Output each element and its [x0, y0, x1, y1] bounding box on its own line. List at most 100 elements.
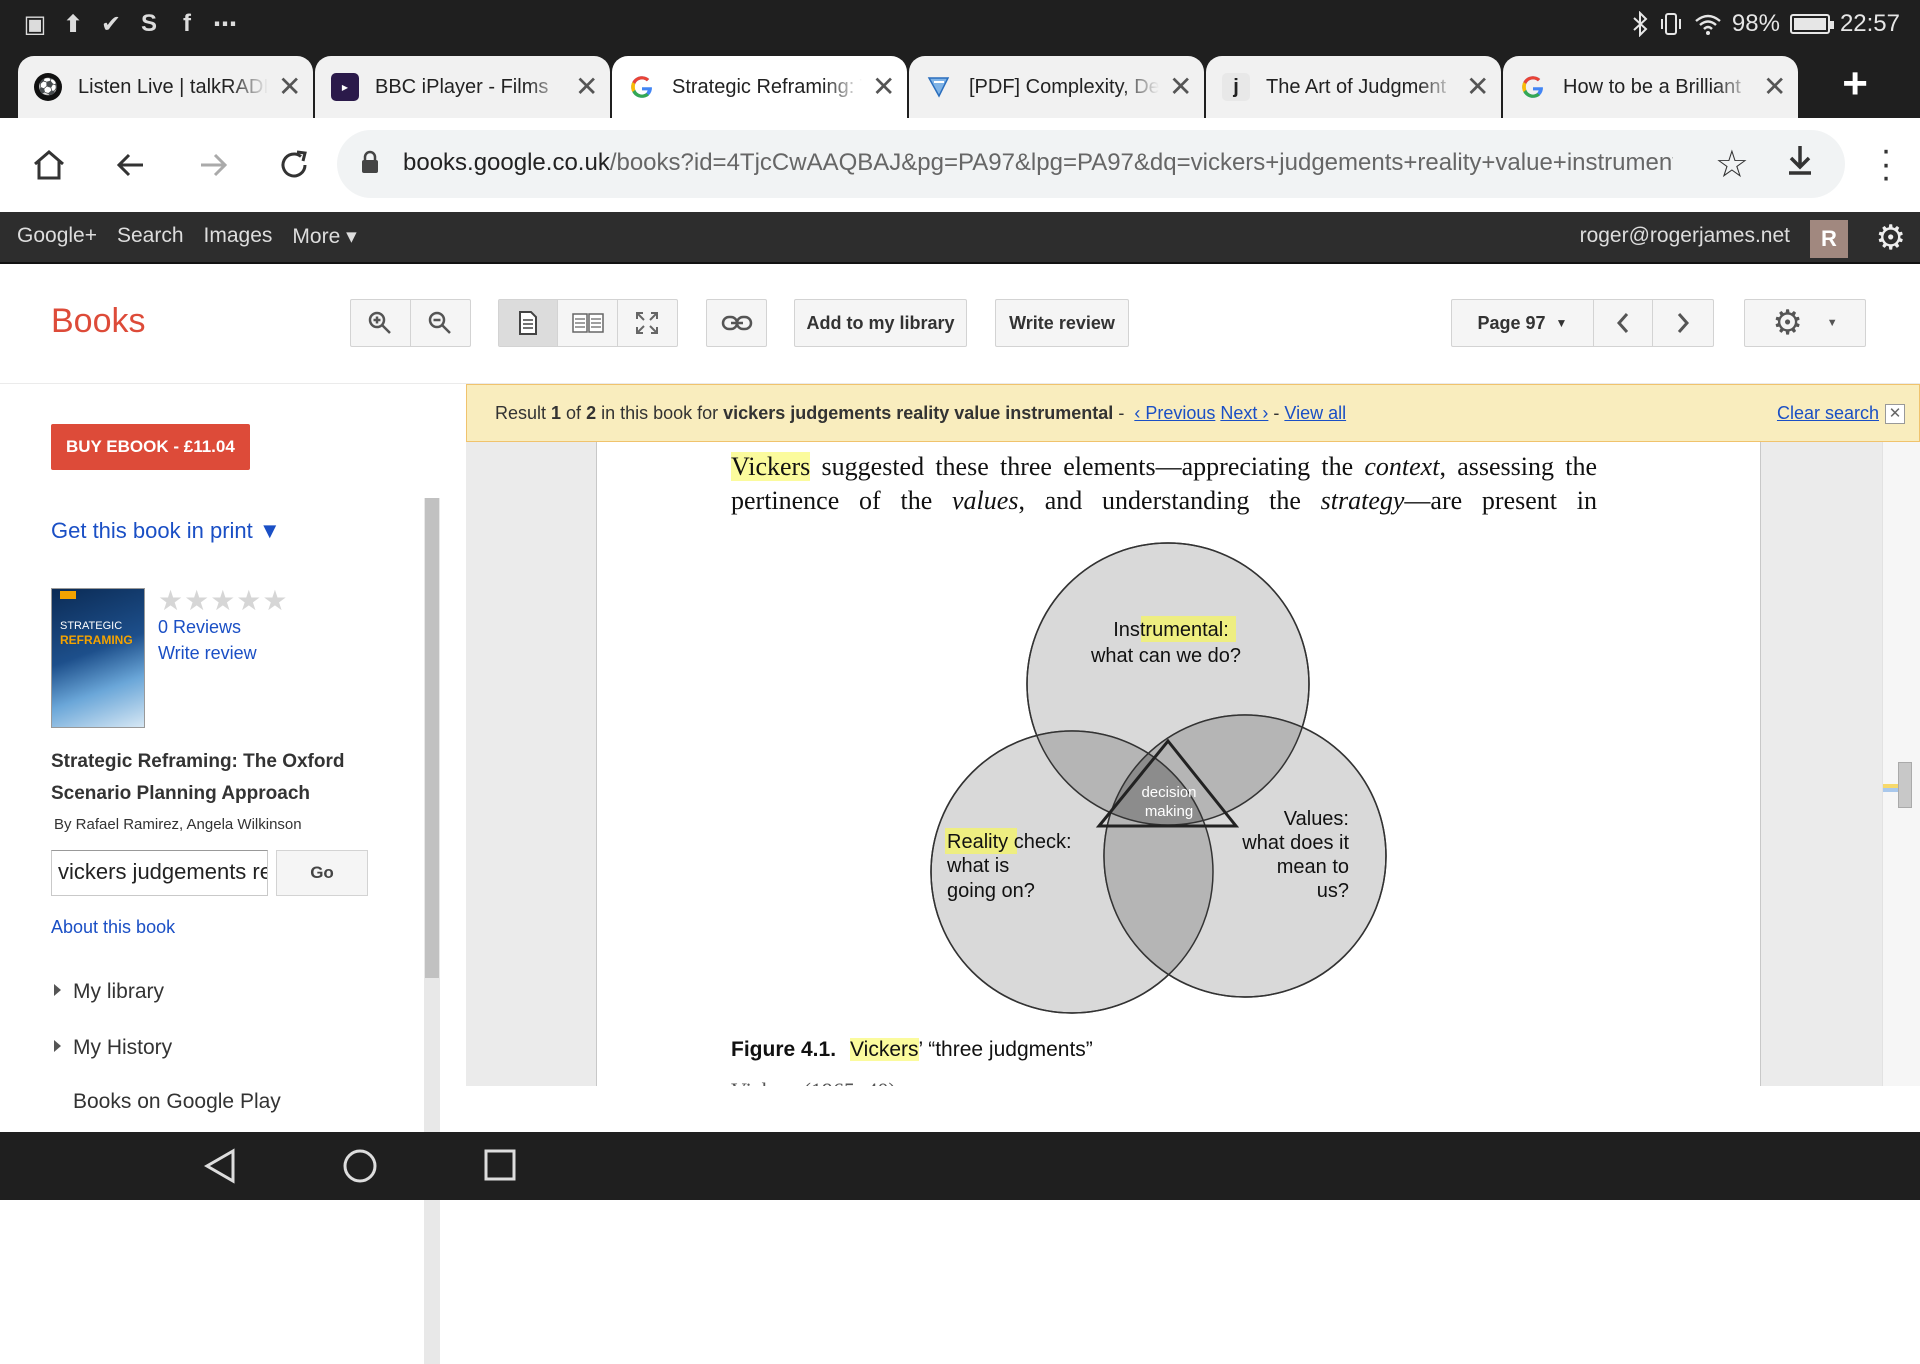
previous-result-link[interactable]: ‹ Previous	[1134, 403, 1215, 423]
facebook-icon: f	[183, 10, 191, 37]
tab-brilliant[interactable]: How to be a Brilliant ✕	[1503, 56, 1798, 118]
result-prefix: Result	[495, 403, 552, 423]
zoom-in-icon	[369, 311, 392, 334]
gmail-icon: ▣	[23, 11, 47, 38]
viewer-scrollbar[interactable]	[1882, 442, 1920, 1086]
book-title: Strategic Reframing: The Oxford Scenario…	[51, 751, 345, 804]
home-icon[interactable]	[24, 140, 74, 190]
write-review-button[interactable]: Write review	[995, 299, 1129, 347]
cover-title-line1: STRATEGIC	[60, 620, 123, 632]
close-icon[interactable]: ✕	[1885, 404, 1905, 424]
venn-diagram: Instrumental: what can we do? decision m…	[930, 542, 1387, 1014]
search-in-book-input[interactable]: vickers judgements reality value instrum…	[51, 850, 268, 896]
gbar-link-search[interactable]: Search	[117, 224, 184, 249]
single-page-button[interactable]	[499, 300, 559, 346]
book-authors: By Rafael Ramirez, Angela Wilkinson	[54, 816, 302, 833]
zoom-group	[350, 299, 471, 347]
go-button[interactable]: Go	[276, 850, 368, 896]
sidebar-item-books-on-play[interactable]: Books on Google Play	[73, 1090, 281, 1114]
avatar[interactable]: R	[1810, 220, 1848, 258]
tab-strategic-reframing[interactable]: Strategic Reframing: The Oxford ✕	[612, 56, 907, 118]
gear-icon[interactable]: ⚙	[1876, 218, 1906, 258]
sidebar-item-my-library[interactable]: My library	[54, 980, 164, 1004]
settings-dropdown-button[interactable]: ⚙ ▼	[1744, 299, 1866, 347]
close-tab-icon[interactable]: ✕	[1763, 73, 1786, 101]
clock: 22:57	[1839, 10, 1900, 37]
bookmark-star-icon[interactable]: ☆	[1715, 142, 1749, 187]
battery-percent: 98%	[1731, 10, 1780, 37]
cover-title-line2: REFRAMING	[60, 633, 133, 647]
about-this-book-link[interactable]: About this book	[51, 917, 175, 938]
new-tab-button[interactable]: +	[1842, 62, 1868, 106]
android-nav-bar	[0, 1132, 1920, 1200]
address-bar[interactable]: books.google.co.uk/books?id=4TjcCwAAQBAJ…	[337, 130, 1845, 198]
fullscreen-icon	[636, 312, 659, 334]
svg-text:Instrumental:: Instrumental:	[1113, 619, 1229, 641]
close-tab-icon[interactable]: ✕	[1169, 73, 1192, 101]
zoom-out-button[interactable]	[411, 300, 471, 346]
close-tab-icon[interactable]: ✕	[278, 73, 301, 101]
buy-ebook-button[interactable]: BUY EBOOK - £11.04	[51, 424, 250, 470]
result-summary: Result 1 of 2 in this book for vickers j…	[495, 403, 1346, 424]
next-result-link[interactable]: Next ›	[1220, 403, 1268, 423]
books-logo[interactable]: Books	[51, 302, 146, 341]
checkmark-icon: ✔	[100, 11, 122, 38]
nav-back-icon[interactable]	[203, 1148, 237, 1184]
vibrate-icon	[1660, 13, 1681, 35]
tab-title: Strategic Reframing: The Oxford	[672, 75, 862, 98]
reload-icon[interactable]	[269, 140, 319, 190]
page-nav-group: Page 97 ▼	[1451, 299, 1714, 347]
close-tab-icon[interactable]: ✕	[575, 73, 598, 101]
add-to-library-button[interactable]: Add to my library	[794, 299, 967, 347]
tab-art-of-judgment[interactable]: j The Art of Judgment ✕	[1206, 56, 1501, 118]
forward-icon[interactable]	[188, 140, 238, 190]
book-cover[interactable]: STRATEGIC REFRAMING	[51, 588, 145, 728]
next-page-button[interactable]	[1653, 300, 1713, 346]
gbar-link-images[interactable]: Images	[204, 224, 273, 249]
tab-bbc-iplayer[interactable]: ▶ BBC iPlayer - Films ✕	[315, 56, 610, 118]
wifi-icon	[1695, 14, 1721, 35]
tab-talkradio[interactable]: ⚽ Listen Live | talkRADIO ✕	[18, 56, 313, 118]
view-mode-group	[498, 299, 678, 347]
figure-caption: Figure 4.1. Vickers’ “three judgments”	[731, 1038, 1093, 1062]
battery-icon	[1789, 14, 1834, 34]
reviews-link[interactable]: 0 Reviews	[158, 617, 241, 638]
book-page: Vickers suggested these three elements—a…	[596, 442, 1761, 1086]
viewer-scroll-thumb[interactable]	[1898, 762, 1912, 808]
book-viewer[interactable]: Vickers suggested these three elements—a…	[466, 442, 1920, 1086]
bluetooth-icon	[1633, 11, 1648, 37]
text-run: —are present in	[1404, 486, 1598, 515]
nav-recents-icon[interactable]	[483, 1148, 517, 1182]
two-page-button[interactable]	[558, 300, 618, 346]
search-result-bar: Result 1 of 2 in this book for vickers j…	[466, 384, 1920, 442]
account-email[interactable]: roger@rogerjames.net	[1580, 224, 1790, 248]
download-icon[interactable]	[1785, 142, 1815, 187]
sidebar-scrollbar[interactable]	[424, 498, 440, 1364]
write-review-link[interactable]: Write review	[158, 643, 257, 664]
tab-pdf-complexity[interactable]: [PDF] Complexity, Decision ✕	[909, 56, 1204, 118]
close-tab-icon[interactable]: ✕	[1466, 73, 1489, 101]
instrumental-label: Instrumental	[1113, 619, 1223, 641]
url-text[interactable]: books.google.co.uk/books?id=4TjcCwAAQBAJ…	[403, 149, 1673, 177]
link-button[interactable]	[706, 299, 767, 347]
close-tab-icon[interactable]: ✕	[872, 73, 895, 101]
gbar-link-more[interactable]: More ▾	[292, 224, 356, 249]
sidebar-scroll-thumb[interactable]	[425, 498, 439, 978]
back-icon[interactable]	[106, 140, 156, 190]
sidebar-item-my-history[interactable]: My History	[54, 1036, 172, 1060]
gbar-link-googleplus[interactable]: Google+	[17, 224, 97, 249]
result-current: 1	[551, 403, 562, 423]
browser-menu-icon[interactable]: · · ·	[1876, 133, 1896, 194]
get-book-in-print-link[interactable]: Get this book in print ▼	[51, 518, 281, 544]
view-all-link[interactable]: View all	[1284, 403, 1346, 423]
result-in-text: in this book for	[596, 403, 724, 423]
italic-text: strategy	[1320, 486, 1405, 515]
upload-icon: ⬆	[62, 11, 84, 38]
zoom-in-button[interactable]	[351, 300, 411, 346]
fullscreen-button[interactable]	[618, 300, 677, 346]
previous-page-button[interactable]	[1594, 300, 1654, 346]
nav-home-icon[interactable]	[342, 1148, 378, 1184]
page-select[interactable]: Page 97 ▼	[1452, 300, 1594, 346]
clear-search-link[interactable]: Clear search	[1777, 403, 1879, 424]
zoom-out-icon	[429, 311, 452, 334]
